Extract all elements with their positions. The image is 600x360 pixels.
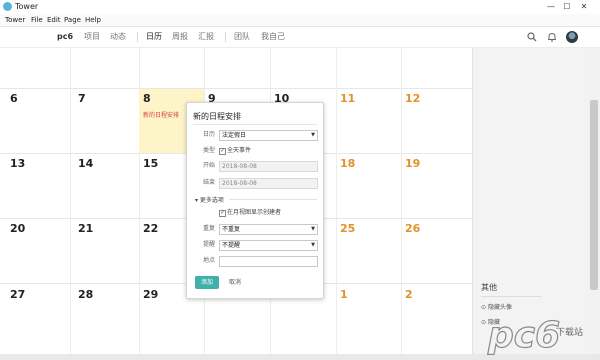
new-event-popup: 新的日程安排 日历 法定假日 ▼ 类型 ✓ 全天事件 开始 2018-08-08… xyxy=(186,102,324,299)
cancel-button[interactable]: 取消 xyxy=(229,278,241,287)
nav-projects[interactable]: 项目 xyxy=(84,27,100,47)
day-number[interactable]: 26 xyxy=(405,222,420,235)
start-label: 开始 xyxy=(203,162,216,169)
day-number[interactable]: 14 xyxy=(78,157,93,170)
day-number[interactable]: 27 xyxy=(10,288,25,301)
app-icon xyxy=(3,2,12,11)
menu-edit[interactable]: Edit xyxy=(47,14,61,26)
nav-reports[interactable]: 汇报 xyxy=(198,27,214,47)
day-divider xyxy=(70,48,71,354)
allday-checkbox[interactable]: ✓ xyxy=(219,148,226,155)
day-number[interactable]: 7 xyxy=(78,92,86,105)
day-number[interactable]: 6 xyxy=(10,92,18,105)
watermark-logo: pc6 下载站 xyxy=(486,314,583,355)
nav-me[interactable]: 我自己 xyxy=(261,27,285,47)
nav-team[interactable]: 团队 xyxy=(234,27,250,47)
menu-tower[interactable]: Tower xyxy=(5,14,25,26)
day-number[interactable]: 19 xyxy=(405,157,420,170)
close-button[interactable]: ✕ xyxy=(577,1,591,12)
sidebar-divider xyxy=(481,296,541,297)
dropdown-arrow-icon: ▼ xyxy=(311,242,315,248)
avatar[interactable] xyxy=(566,31,578,43)
day-number[interactable]: 22 xyxy=(143,222,158,235)
remind-select-value: 不提醒 xyxy=(222,242,241,249)
location-label: 地点 xyxy=(203,257,216,264)
day-number[interactable]: 11 xyxy=(340,92,355,105)
day-number[interactable]: 1 xyxy=(340,288,348,301)
calendar-event[interactable]: 新的日程安排 xyxy=(143,110,179,119)
watermark-brand: pc6 xyxy=(487,315,560,355)
nav-activity[interactable]: 动态 xyxy=(110,27,126,47)
top-nav: pc6 项目 动态 日历 周报 汇报 团队 我自己 xyxy=(0,27,600,48)
search-icon[interactable] xyxy=(527,32,537,42)
nav-divider xyxy=(225,32,226,42)
repeat-label: 重复 xyxy=(203,225,216,232)
day-number[interactable]: 13 xyxy=(10,157,25,170)
day-number[interactable]: 12 xyxy=(405,92,420,105)
dropdown-arrow-icon: ▼ xyxy=(311,226,315,232)
team-name[interactable]: pc6 xyxy=(57,27,73,47)
end-date-field[interactable]: 2018-08-08 xyxy=(219,178,318,189)
show-creator-label: 在月视图显示创建者 xyxy=(227,209,282,216)
type-label: 类型 xyxy=(203,147,216,154)
more-options-toggle[interactable]: ▾ 更多选项 xyxy=(195,195,224,204)
title-bar: Tower — ☐ ✕ xyxy=(0,0,600,14)
day-number[interactable]: 21 xyxy=(78,222,93,235)
nav-weekly[interactable]: 周报 xyxy=(172,27,188,47)
calendar-select[interactable]: 法定假日 ▼ xyxy=(219,130,318,141)
menu-bar: Tower File Edit Page Help xyxy=(0,14,600,27)
day-number[interactable]: 29 xyxy=(143,288,158,301)
day-divider xyxy=(401,48,402,354)
minimize-button[interactable]: — xyxy=(544,1,558,12)
dropdown-arrow-icon: ▼ xyxy=(311,132,315,138)
day-divider xyxy=(336,48,337,354)
menu-file[interactable]: File xyxy=(31,14,43,26)
watermark-text: 下载站 xyxy=(556,326,583,338)
allday-label: 全天事件 xyxy=(227,147,252,154)
calendar-label: 日历 xyxy=(203,131,216,138)
repeat-select[interactable]: 不重复 ▼ xyxy=(219,224,318,235)
maximize-button[interactable]: ☐ xyxy=(560,1,574,12)
popup-divider xyxy=(193,124,317,125)
more-options-divider xyxy=(229,199,317,200)
nav-divider xyxy=(137,32,138,42)
start-date-field[interactable]: 2018-08-08 xyxy=(219,161,318,172)
day-number[interactable]: 20 xyxy=(10,222,25,235)
repeat-select-value: 不重复 xyxy=(222,226,241,233)
day-number[interactable]: 2 xyxy=(405,288,413,301)
add-button[interactable]: 添加 xyxy=(195,276,219,289)
popup-title: 新的日程安排 xyxy=(193,112,241,121)
remind-select[interactable]: 不提醒 ▼ xyxy=(219,240,318,251)
day-number[interactable]: 18 xyxy=(340,157,355,170)
bell-icon[interactable] xyxy=(547,32,557,42)
scrollbar-thumb[interactable] xyxy=(590,100,598,290)
menu-page[interactable]: Page xyxy=(64,14,81,26)
day-number[interactable]: 15 xyxy=(143,157,158,170)
show-creator-checkbox[interactable]: ✓ xyxy=(219,210,226,217)
window-title: Tower xyxy=(15,2,39,11)
location-input[interactable] xyxy=(219,256,318,267)
day-number[interactable]: 8 xyxy=(143,92,151,105)
day-number[interactable]: 25 xyxy=(340,222,355,235)
sidebar-section-title: 其他 xyxy=(481,283,497,292)
more-options-label: 更多选项 xyxy=(199,197,224,204)
day-number[interactable]: 28 xyxy=(78,288,93,301)
remind-label: 提醒 xyxy=(203,241,216,248)
calendar-select-value: 法定假日 xyxy=(222,132,247,139)
end-label: 结束 xyxy=(203,179,216,186)
nav-calendar[interactable]: 日历 xyxy=(146,27,162,47)
menu-help[interactable]: Help xyxy=(85,14,101,26)
